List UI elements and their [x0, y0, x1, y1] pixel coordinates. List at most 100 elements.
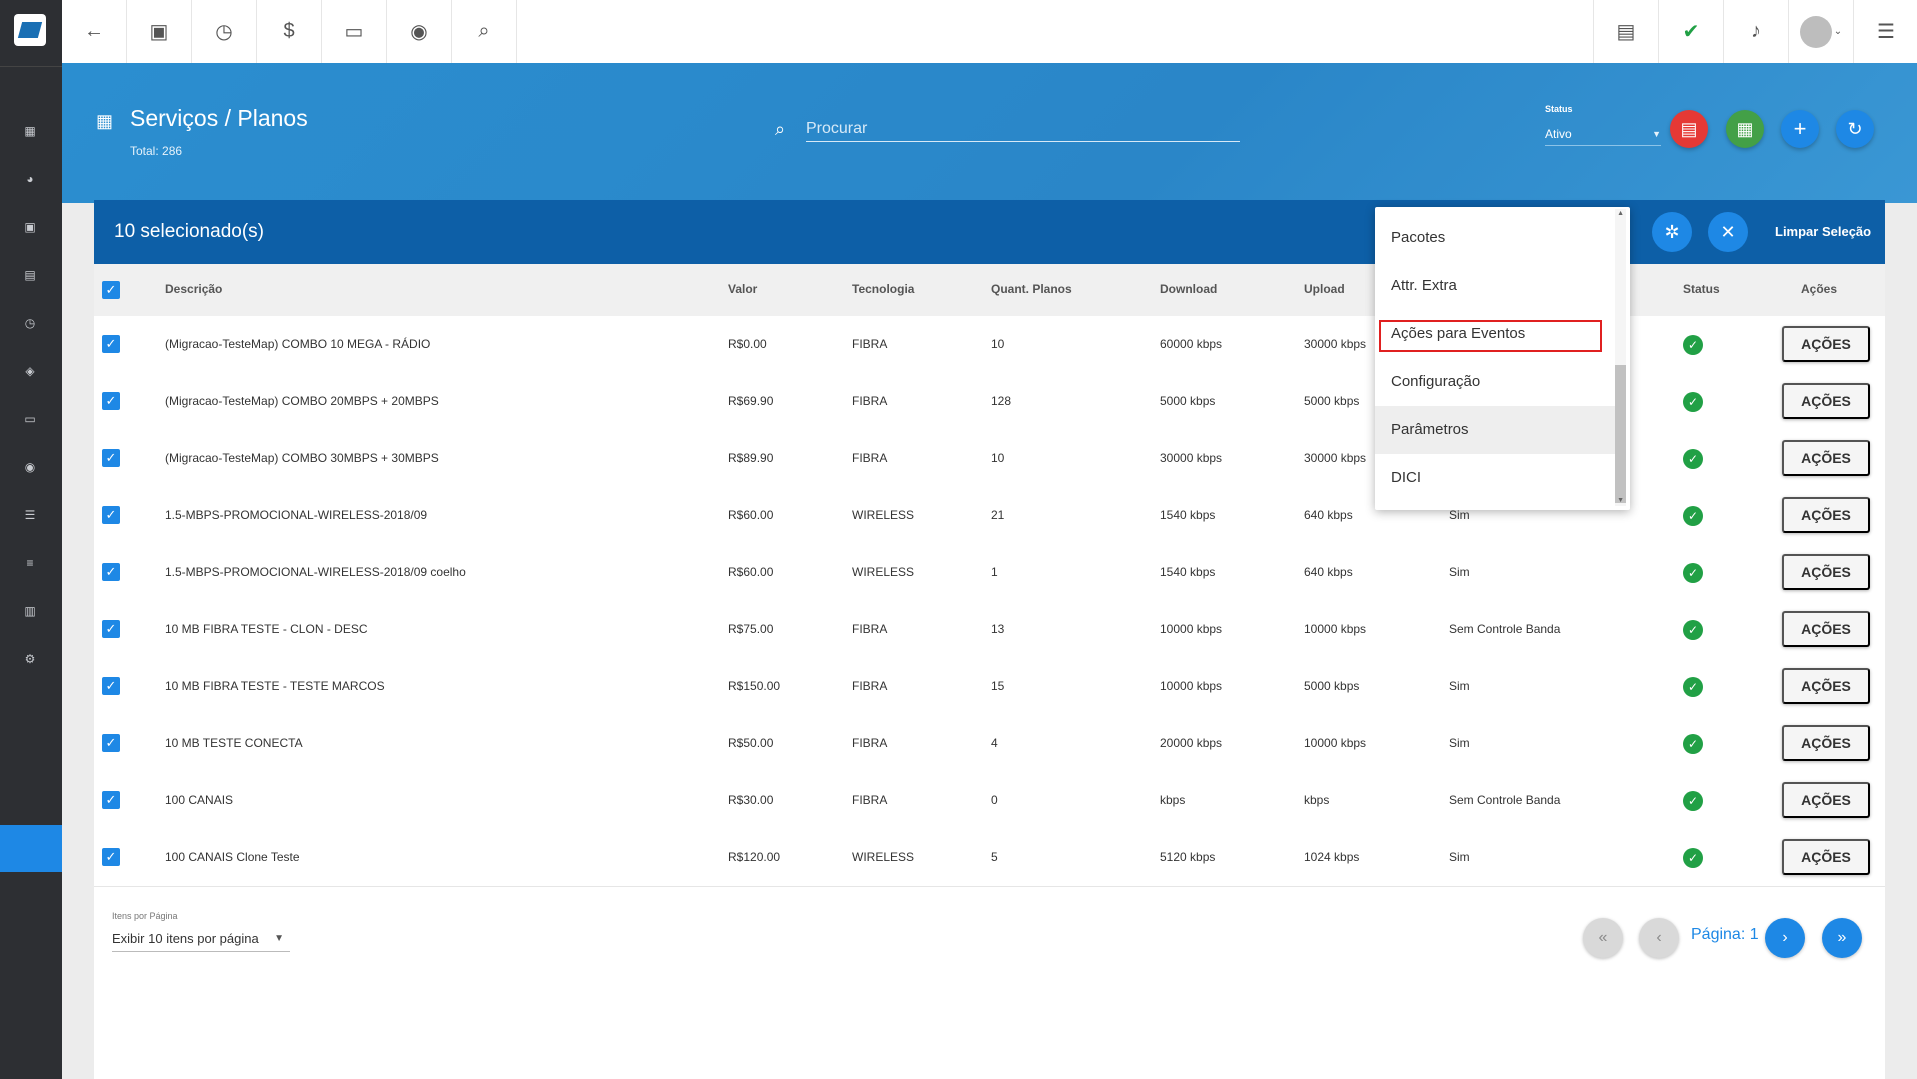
cell-upload: 1024 kbps [1304, 850, 1360, 864]
bulk-settings-button[interactable]: ✲ [1652, 212, 1692, 252]
bulk-actions-menu: Pacotes Attr. Extra Ações para Eventos C… [1375, 207, 1630, 510]
eye-icon[interactable]: ◉ [387, 0, 452, 63]
row-checkbox[interactable]: ✓ [102, 563, 120, 581]
box-icon[interactable]: ◈ [23, 365, 37, 378]
row-actions-button[interactable]: AÇÕES [1782, 611, 1870, 647]
avatar[interactable]: ⌄ [1788, 0, 1853, 63]
status-ok-icon: ✓ [1683, 335, 1703, 355]
cell-upload: 30000 kbps [1304, 451, 1367, 465]
select-all-checkbox[interactable]: ✓ [102, 281, 120, 299]
last-page-button[interactable]: » [1822, 918, 1862, 958]
dollar-icon[interactable]: $ [257, 0, 322, 63]
id-card-icon[interactable]: ▤ [23, 269, 37, 282]
server-icon[interactable]: ≡ [23, 557, 37, 570]
table-row[interactable]: ✓ 10 MB FIBRA TESTE - CLON - DESC R$75.0… [94, 601, 1885, 659]
status-filter-select[interactable]: Ativo ▼ [1545, 123, 1661, 146]
col-download[interactable]: Download [1160, 282, 1217, 296]
row-actions-button[interactable]: AÇÕES [1782, 383, 1870, 419]
search-icon[interactable]: ⌕ [452, 0, 517, 63]
row-actions-button[interactable]: AÇÕES [1782, 554, 1870, 590]
money-icon[interactable]: ▭ [23, 413, 37, 426]
row-checkbox[interactable]: ✓ [102, 449, 120, 467]
export-pdf-button[interactable]: ▤ [1670, 110, 1708, 148]
row-actions-button[interactable]: AÇÕES [1782, 668, 1870, 704]
row-checkbox[interactable]: ✓ [102, 506, 120, 524]
sidebar-active-item[interactable] [0, 825, 62, 872]
refresh-button[interactable]: ↻ [1836, 110, 1874, 148]
bell-icon[interactable]: ♪ [1723, 0, 1788, 63]
row-actions-button[interactable]: AÇÕES [1782, 725, 1870, 761]
cell-tecnologia: WIRELESS [852, 850, 915, 864]
col-quant-planos[interactable]: Quant. Planos [991, 282, 1072, 296]
col-upload[interactable]: Upload [1304, 282, 1345, 296]
menu-item-pacotes[interactable]: Pacotes [1375, 214, 1615, 262]
cell-tecnologia: FIBRA [852, 736, 888, 750]
list-icon[interactable]: ☰ [23, 509, 37, 522]
table-row[interactable]: ✓ 100 CANAIS R$30.00 FIBRA 0 kbps kbps S… [94, 772, 1885, 830]
status-ok-icon: ✓ [1683, 791, 1703, 811]
row-checkbox[interactable]: ✓ [102, 734, 120, 752]
col-tecnologia[interactable]: Tecnologia [852, 282, 914, 296]
pie-chart-icon[interactable]: ◕ [23, 173, 37, 186]
row-checkbox[interactable]: ✓ [102, 335, 120, 353]
next-page-button[interactable]: › [1765, 918, 1805, 958]
row-checkbox[interactable]: ✓ [102, 392, 120, 410]
building-icon: ▦ [96, 111, 114, 131]
items-per-page-select[interactable]: Exibir 10 itens por página ▼ [112, 927, 290, 952]
table-row[interactable]: ✓ 1.5-MBPS-PROMOCIONAL-WIRELESS-2018/09 … [94, 544, 1885, 602]
menu-scrollbar-thumb[interactable] [1615, 365, 1626, 503]
clear-selection-button[interactable]: Limpar Seleção [1775, 224, 1871, 239]
row-actions-button[interactable]: AÇÕES [1782, 497, 1870, 533]
cell-quant-planos: 0 [991, 793, 998, 807]
row-checkbox[interactable]: ✓ [102, 791, 120, 809]
contact-card-icon[interactable]: ▣ [127, 0, 192, 63]
location-icon[interactable]: ◉ [23, 461, 37, 474]
add-button[interactable]: + [1781, 110, 1819, 148]
back-arrow-icon[interactable]: ← [62, 0, 127, 63]
scroll-up-icon[interactable]: ▲ [1617, 210, 1624, 217]
status-ok-icon: ✓ [1683, 506, 1703, 526]
terminal-icon[interactable]: ▭ [322, 0, 387, 63]
status-ok-icon: ✓ [1683, 449, 1703, 469]
row-actions-button[interactable]: AÇÕES [1782, 782, 1870, 818]
col-status[interactable]: Status [1683, 282, 1720, 296]
cell-download: 10000 kbps [1160, 622, 1223, 636]
row-actions-button[interactable]: AÇÕES [1782, 839, 1870, 875]
prev-page-button[interactable]: ‹ [1639, 918, 1679, 958]
pdf-icon[interactable]: ▤ [1593, 0, 1658, 63]
export-excel-button[interactable]: ▦ [1726, 110, 1764, 148]
gear-icon[interactable]: ⚙ [23, 653, 37, 666]
search-input[interactable] [806, 117, 1240, 142]
cell-descricao: 1.5-MBPS-PROMOCIONAL-WIRELESS-2018/09 co… [165, 565, 466, 579]
row-checkbox[interactable]: ✓ [102, 620, 120, 638]
col-valor[interactable]: Valor [728, 282, 757, 296]
col-descricao[interactable]: Descrição [165, 282, 222, 296]
contact-card-icon[interactable]: ▣ [23, 221, 37, 234]
dashboard-icon[interactable]: ▦ [23, 125, 37, 138]
clear-selection-x-button[interactable]: ✕ [1708, 212, 1748, 252]
menu-item-dici[interactable]: DICI [1375, 454, 1615, 502]
table-row[interactable]: ✓ 10 MB TESTE CONECTA R$50.00 FIBRA 4 20… [94, 715, 1885, 773]
sidebar-divider [0, 66, 62, 67]
app-logo[interactable] [14, 14, 46, 46]
cell-valor: R$75.00 [728, 622, 774, 636]
menu-item-attr-extra[interactable]: Attr. Extra [1375, 262, 1615, 310]
document-icon[interactable]: ▥ [23, 605, 37, 618]
menu-item-configuracao[interactable]: Configuração [1375, 358, 1615, 406]
menu-icon[interactable]: ☰ [1853, 0, 1917, 63]
sidebar: ▦ ◕ ▣ ▤ ◷ ◈ ▭ ◉ ☰ ≡ ▥ ⚙ [0, 0, 62, 1079]
scroll-down-icon[interactable]: ▼ [1617, 497, 1624, 504]
chat-check-icon[interactable]: ✔ [1658, 0, 1723, 63]
row-actions-button[interactable]: AÇÕES [1782, 326, 1870, 362]
calendar-clock-icon[interactable]: ◷ [192, 0, 257, 63]
row-checkbox[interactable]: ✓ [102, 848, 120, 866]
cell-controle: Sim [1449, 679, 1470, 693]
table-row[interactable]: ✓ 10 MB FIBRA TESTE - TESTE MARCOS R$150… [94, 658, 1885, 716]
cell-upload: 5000 kbps [1304, 679, 1360, 693]
calendar-clock-icon[interactable]: ◷ [23, 317, 37, 330]
table-row[interactable]: ✓ 100 CANAIS Clone Teste R$120.00 WIRELE… [94, 829, 1885, 887]
row-actions-button[interactable]: AÇÕES [1782, 440, 1870, 476]
first-page-button[interactable]: « [1583, 918, 1623, 958]
row-checkbox[interactable]: ✓ [102, 677, 120, 695]
menu-item-parametros[interactable]: Parâmetros [1375, 406, 1615, 454]
